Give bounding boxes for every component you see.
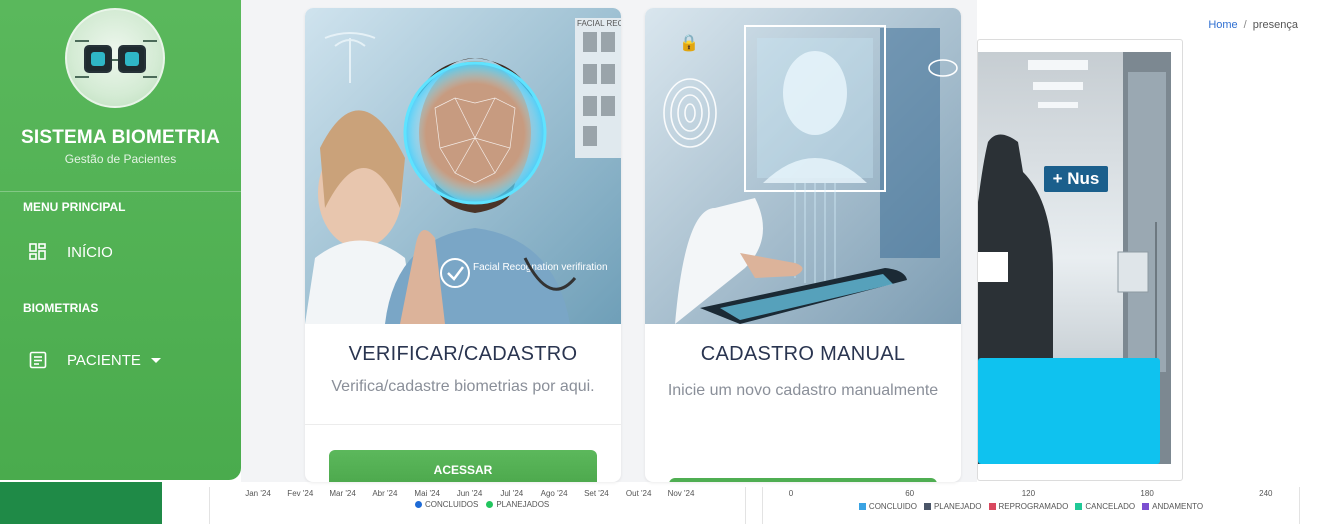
facial-recognition-image: Facial Recognation verifiration FACIAL R… — [305, 8, 621, 324]
cadastro-manual-button[interactable] — [669, 478, 937, 482]
legend-marker — [1075, 503, 1083, 510]
x-tick-label: Jul '24 — [500, 489, 524, 498]
legend-marker — [988, 503, 996, 510]
card-verificar-cadastro: Facial Recognation verifiration FACIAL R… — [305, 8, 621, 482]
legend-label: ANDAMENTO — [1152, 502, 1204, 511]
breadcrumb-current: presença — [1252, 19, 1298, 31]
legend-label: PLANEJADO — [933, 502, 982, 511]
x-tick-label: 60 — [905, 489, 915, 498]
chart-status-bar: 0 60 120 180 240 CONCLUIDO PLANEJADO REPROGRAM… — [762, 487, 1300, 524]
legend-item[interactable]: CANCELADO — [1075, 502, 1135, 511]
lock-icon: 🔒 — [679, 33, 699, 52]
chart-timeline: Jan '24 Fev '24 Mar '24 Abr '24 Mai '24 Jun '… — [209, 487, 746, 524]
x-tick-label: 0 — [788, 489, 794, 498]
chevron-down-icon — [150, 357, 161, 363]
legend-item[interactable]: CONCLUIDO — [858, 502, 917, 511]
x-tick-label: Fev '24 — [287, 489, 314, 498]
x-tick-label: Ago '24 — [540, 489, 568, 498]
hospital-corridor-image: + Nus — [978, 52, 1171, 464]
x-tick-label: Mai '24 — [414, 489, 440, 498]
x-tick-label: Set '24 — [584, 489, 609, 498]
list-icon — [28, 350, 48, 370]
manual-registration-image: 🔒 — [645, 8, 961, 324]
x-tick-label: Jun '24 — [456, 489, 483, 498]
brand-title: SISTEMA BIOMETRIA — [20, 127, 221, 148]
breadcrumb-home-link[interactable]: Home — [1208, 19, 1237, 31]
sidebar: SISTEMA BIOMETRIA Gestão de Pacientes ME… — [0, 0, 241, 480]
legend-label: REPROGRAMADO — [998, 502, 1069, 511]
x-tick-label: Mar '24 — [329, 489, 356, 498]
card-description: Verifica/cadastre biometrias por aqui. — [331, 378, 595, 395]
overlay-caption: Facial Recognation verifiration — [473, 262, 608, 273]
legend-label: CONCLUIDO — [868, 502, 917, 511]
card-title: VERIFICAR/CADASTRO — [348, 343, 578, 365]
dashboard-icon — [28, 242, 48, 262]
card-description: Inicie um novo cadastro manualmente — [667, 382, 939, 399]
legend-marker — [923, 503, 931, 510]
section-label-menu-principal: MENU PRINCIPAL — [23, 200, 126, 214]
x-tick-label: 240 — [1259, 489, 1273, 498]
info-overlay-box — [978, 358, 1160, 464]
card-cadastro-manual: 🔒 CADASTRO MANUAL Inicie um novo cadastr… — [645, 8, 961, 482]
card-hospital-image: + Nus — [977, 39, 1183, 481]
x-tick-label: Abr '24 — [372, 489, 398, 498]
x-tick-label: 120 — [1021, 489, 1036, 498]
legend-item[interactable]: ANDAMENTO — [1142, 502, 1203, 511]
legend-item[interactable]: PLANEJADOS — [486, 500, 549, 509]
card-title: CADASTRO MANUAL — [700, 343, 906, 365]
legend-marker — [486, 501, 494, 508]
nus-sign: + Nus — [1044, 166, 1108, 192]
sidebar-divider — [0, 191, 241, 192]
section-label-biometrias: BIOMETRIAS — [23, 301, 99, 315]
legend-marker — [858, 503, 866, 510]
sidebar-item-inicio[interactable]: INÍCIO — [28, 242, 113, 262]
face-id-chip-icon — [118, 45, 146, 73]
legend-item[interactable]: CONCLUIDOS — [415, 500, 478, 509]
legend-label: CONCLUIDOS — [425, 500, 479, 509]
panel-caption: FACIAL RECE — [577, 19, 621, 28]
legend-marker — [1142, 503, 1150, 510]
legend-marker — [415, 501, 422, 508]
x-tick-label: Jan '24 — [245, 489, 271, 498]
x-tick-label: Nov '24 — [667, 489, 695, 498]
breadcrumb: Home / presença — [1208, 19, 1298, 31]
legend-label: PLANEJADOS — [496, 500, 550, 509]
x-tick-label: 180 — [1140, 489, 1154, 498]
breadcrumb-separator: / — [1243, 19, 1247, 31]
legend-label: CANCELADO — [1085, 502, 1136, 511]
card-divider — [305, 424, 621, 425]
fingerprint-chip-icon — [84, 45, 112, 73]
sidebar-item-paciente[interactable]: PACIENTE — [28, 350, 161, 370]
x-tick-label: Out '24 — [625, 489, 652, 498]
sidebar-item-label: PACIENTE — [67, 351, 141, 369]
sidebar-footer-strip — [0, 482, 162, 524]
acessar-button[interactable]: ACESSAR — [329, 450, 597, 482]
legend-item[interactable]: PLANEJADO — [923, 502, 982, 511]
brand-subtitle: Gestão de Pacientes — [64, 152, 177, 166]
sidebar-item-label: INÍCIO — [67, 243, 113, 261]
biometric-logo — [65, 8, 165, 108]
legend-item[interactable]: REPROGRAMADO — [988, 502, 1069, 511]
